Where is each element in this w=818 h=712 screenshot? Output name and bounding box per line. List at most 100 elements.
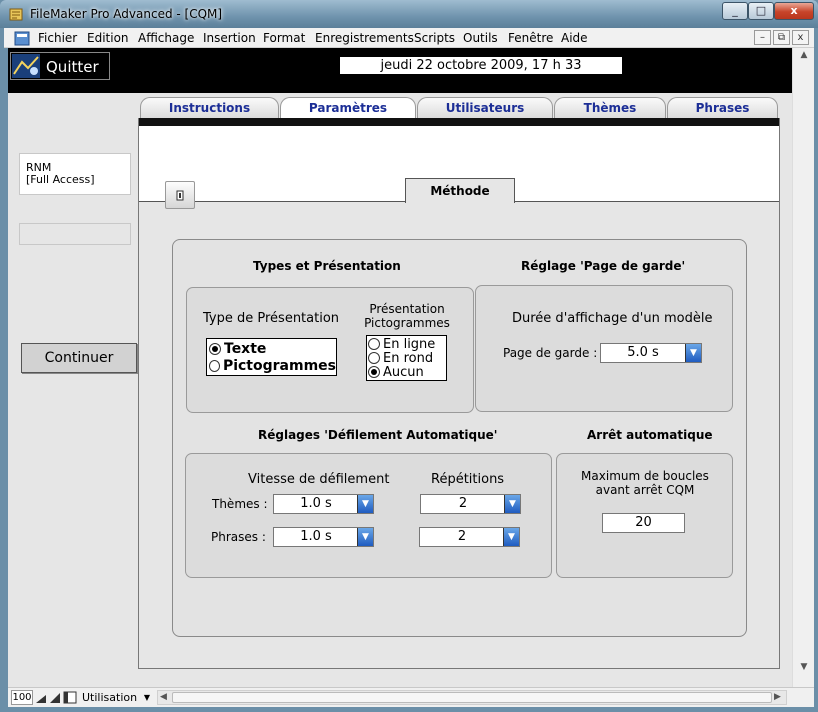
themes-repeat-value: 2: [458, 496, 468, 511]
scroll-up-icon[interactable]: ▲: [793, 50, 815, 60]
toggle-status-area-icon[interactable]: [63, 691, 77, 704]
scroll-left-icon[interactable]: ◀: [160, 692, 167, 702]
document-icon[interactable]: [14, 31, 30, 46]
radio-dot-selected: [209, 342, 221, 355]
empty-field: [19, 223, 131, 245]
menu-scripts[interactable]: Scripts: [414, 31, 455, 45]
themes-row-label: Thèmes :: [212, 497, 268, 511]
speed-label: Vitesse de défilement: [248, 472, 390, 487]
autostop-section-title: Arrêt automatique: [587, 428, 713, 442]
radio-en-ligne[interactable]: En ligne: [368, 336, 446, 352]
zoom-in-icon[interactable]: [49, 691, 61, 704]
tab-methode[interactable]: Méthode: [405, 178, 515, 203]
picto-label-line1: Présentation: [369, 302, 445, 316]
picto-label: Présentation Pictogrammes: [362, 302, 452, 330]
tab-instructions[interactable]: Instructions: [140, 97, 279, 118]
dropdown-arrow-icon[interactable]: ▼: [503, 528, 519, 546]
horizontal-scrollbar[interactable]: ◀ ▶: [157, 690, 787, 705]
minimize-button[interactable]: _: [722, 2, 748, 20]
lock-button[interactable]: [165, 181, 195, 209]
maximize-button[interactable]: □: [748, 2, 774, 20]
tab-phrases[interactable]: Phrases: [667, 97, 778, 118]
mdi-close-button[interactable]: x: [792, 30, 809, 45]
phrases-speed-dropdown[interactable]: 1.0 s ▼: [273, 527, 374, 547]
radio-texte[interactable]: Texte: [209, 340, 336, 357]
window-bottom-border: [0, 707, 818, 712]
dropdown-arrow-icon[interactable]: ▼: [357, 528, 373, 546]
phrases-repeat-dropdown[interactable]: 2 ▼: [419, 527, 520, 547]
scroll-section-title: Réglages 'Défilement Automatique': [258, 428, 498, 442]
radio-pictogrammes[interactable]: Pictogrammes: [209, 357, 336, 374]
horizontal-scroll-thumb[interactable]: [172, 692, 772, 703]
quit-logo-icon: [12, 54, 40, 78]
date-time-display: jeudi 22 octobre 2009, 17 h 33: [340, 57, 622, 74]
types-section-title: Types et Présentation: [253, 259, 401, 273]
dropdown-arrow-icon[interactable]: ▼: [685, 344, 701, 362]
cover-duration-dropdown[interactable]: 5.0 s ▼: [600, 343, 702, 363]
window-title: FileMaker Pro Advanced - [CQM]: [30, 7, 223, 21]
quit-label: Quitter: [46, 58, 99, 76]
autostop-label-line1: Maximum de boucles: [581, 469, 709, 483]
user-access: [Full Access]: [26, 173, 95, 186]
status-bar: 100 Utilisation ▼ ◀ ▶: [8, 687, 814, 707]
phrases-row-label: Phrases :: [211, 530, 266, 544]
repeat-label: Répétitions: [431, 472, 505, 487]
scroll-down-icon[interactable]: ▼: [793, 662, 815, 672]
radio-en-rond-label: En rond: [383, 350, 434, 366]
cover-field-label: Page de garde :: [503, 346, 598, 360]
menu-affichage[interactable]: Affichage: [138, 31, 194, 45]
menu-fichier[interactable]: Fichier: [38, 31, 77, 45]
phrases-speed-value: 1.0 s: [300, 529, 332, 544]
tab-parametres[interactable]: Paramètres: [280, 97, 416, 120]
picto-radio-group: En ligne En rond Aucun: [366, 335, 447, 381]
menu-insertion[interactable]: Insertion: [203, 31, 256, 45]
filemaker-app-icon[interactable]: [8, 6, 24, 22]
zoom-level[interactable]: 100: [11, 690, 33, 705]
lock-icon: [176, 190, 184, 201]
continue-button[interactable]: Continuer: [21, 343, 137, 373]
phrases-repeat-value: 2: [457, 529, 467, 544]
type-radio-group: Texte Pictogrammes: [206, 338, 337, 376]
cover-section-title: Réglage 'Page de garde': [521, 259, 686, 273]
radio-dot: [209, 359, 220, 372]
themes-speed-value: 1.0 s: [300, 496, 332, 511]
dropdown-arrow-icon[interactable]: ▼: [504, 495, 520, 513]
menu-edition[interactable]: Edition: [87, 31, 129, 45]
menu-format[interactable]: Format: [263, 31, 305, 45]
radio-en-rond[interactable]: En rond: [368, 350, 446, 366]
zoom-out-icon[interactable]: [35, 691, 47, 704]
radio-en-ligne-label: En ligne: [383, 336, 436, 352]
menu-aide[interactable]: Aide: [561, 31, 588, 45]
mode-selector[interactable]: Utilisation ▼: [82, 689, 150, 706]
autostop-label-line2: avant arrêt CQM: [595, 483, 695, 497]
dropdown-arrow-icon[interactable]: ▼: [357, 495, 373, 513]
menu-outils[interactable]: Outils: [463, 31, 498, 45]
type-presentation-label: Type de Présentation: [203, 311, 340, 326]
tab-utilisateurs[interactable]: Utilisateurs: [417, 97, 553, 118]
menu-enregistrements[interactable]: Enregistrements: [315, 31, 414, 45]
radio-dot: [368, 352, 380, 364]
tab-themes[interactable]: Thèmes: [554, 97, 666, 118]
duration-label: Durée d'affichage d'un modèle: [512, 311, 713, 326]
radio-pictogrammes-label: Pictogrammes: [222, 357, 336, 374]
mdi-restore-button[interactable]: ⧉: [773, 30, 790, 45]
radio-dot-selected: [368, 366, 380, 378]
mode-dropdown-icon: ▼: [143, 693, 150, 702]
max-loops-field[interactable]: 20: [602, 513, 685, 533]
mode-label: Utilisation: [82, 691, 138, 704]
themes-repeat-dropdown[interactable]: 2 ▼: [420, 494, 521, 514]
autostop-label: Maximum de boucles avant arrêt CQM: [560, 469, 730, 497]
themes-speed-dropdown[interactable]: 1.0 s ▼: [273, 494, 374, 514]
close-button[interactable]: x: [774, 2, 814, 20]
cover-duration-value: 5.0 s: [627, 345, 659, 360]
scroll-right-icon[interactable]: ▶: [774, 692, 781, 702]
methode-tab-gap: [406, 201, 514, 203]
radio-aucun-label: Aucun: [383, 364, 424, 380]
radio-aucun[interactable]: Aucun: [368, 364, 446, 380]
radio-dot: [368, 338, 380, 350]
vertical-scrollbar[interactable]: ▲ ▼: [792, 48, 814, 687]
menu-fenetre[interactable]: Fenêtre: [508, 31, 553, 45]
picto-label-line2: Pictogrammes: [364, 316, 450, 330]
mdi-minimize-button[interactable]: –: [754, 30, 771, 45]
user-info-box: RNM [Full Access]: [19, 153, 131, 195]
